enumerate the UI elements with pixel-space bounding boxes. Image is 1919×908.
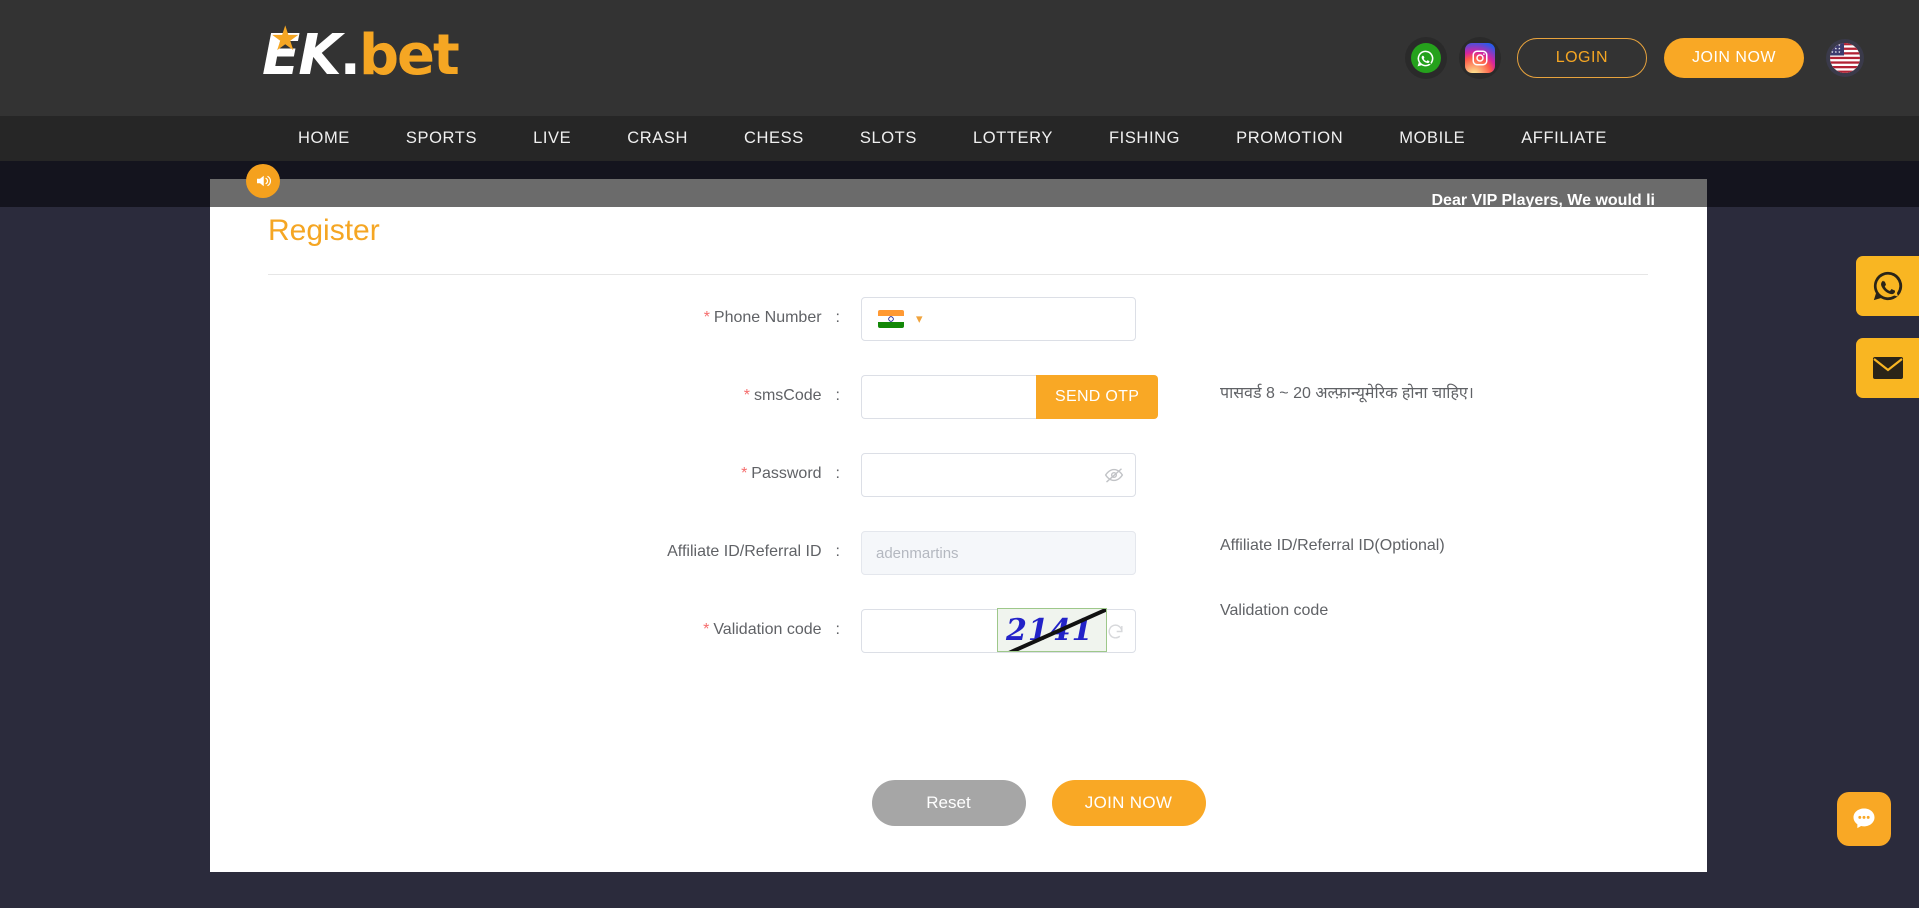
smscode-group: SEND OTP: [861, 375, 1159, 419]
password-label-text: Password: [751, 465, 822, 482]
phone-label-text: Phone Number: [713, 309, 822, 326]
eye-off-icon[interactable]: [1104, 465, 1124, 485]
instagram-icon: [1464, 43, 1495, 73]
nav-items: HOME SPORTS LIVE CRASH CHESS SLOTS LOTTE…: [0, 129, 1635, 148]
svg-text:★ ★ ★: ★ ★ ★: [1831, 50, 1841, 54]
nav-item-crash[interactable]: CRASH: [599, 129, 716, 148]
captcha-image[interactable]: 2141: [997, 608, 1107, 652]
logo-text-dot: .: [339, 22, 361, 88]
page-root: ★ EK.bet LOGIN JOIN NOW ★ ★ ★ ★ ★ ★ ★ ★ …: [0, 0, 1919, 908]
form-row-phone: * Phone Number: ▾: [210, 297, 1707, 361]
instagram-button[interactable]: [1458, 37, 1501, 79]
whatsapp-icon: [1873, 271, 1902, 301]
validation-group: 2141: [861, 608, 1136, 653]
page-title: Register: [268, 214, 380, 247]
register-card: Register * Phone Number: ▾ * smsCode: S…: [210, 207, 1707, 872]
validation-label-text: Validation code: [713, 621, 822, 638]
validation-colon: :: [835, 621, 840, 638]
form-row-password: * Password:: [210, 453, 1707, 517]
chat-bubble-icon: [1853, 808, 1875, 829]
site-logo[interactable]: ★ EK.bet: [262, 20, 460, 88]
chevron-down-icon[interactable]: ▾: [916, 311, 923, 327]
validation-hint: Validation code: [1220, 602, 1329, 619]
phone-colon: :: [835, 309, 840, 326]
login-button[interactable]: LOGIN: [1516, 38, 1647, 78]
nav-item-promotion[interactable]: PROMOTION: [1208, 129, 1371, 148]
reset-button[interactable]: Reset: [871, 780, 1026, 826]
password-label: * Password:: [210, 453, 840, 483]
phone-label: * Phone Number:: [210, 297, 840, 327]
smscode-colon: :: [835, 387, 840, 404]
nav-item-live[interactable]: LIVE: [505, 129, 599, 148]
smscode-label: * smsCode:: [210, 375, 840, 405]
join-now-header-button[interactable]: JOIN NOW: [1664, 38, 1804, 78]
form-actions: Reset JOIN NOW: [210, 780, 1707, 826]
validation-field-wrap: 2141: [861, 608, 1136, 653]
password-input[interactable]: [861, 453, 1136, 497]
nav-item-chess[interactable]: CHESS: [716, 129, 832, 148]
header-actions: LOGIN JOIN NOW ★ ★ ★ ★ ★ ★ ★ ★ ★: [1404, 0, 1919, 116]
mail-icon: [1872, 357, 1903, 379]
register-form: * Phone Number: ▾ * smsCode: SEND OTP *…: [210, 297, 1707, 826]
smscode-label-text: smsCode: [753, 387, 822, 404]
star-icon: ★: [270, 20, 301, 58]
form-row-smscode: * smsCode: SEND OTP: [210, 375, 1707, 439]
whatsapp-button[interactable]: [1404, 37, 1447, 79]
nav-item-fishing[interactable]: FISHING: [1081, 129, 1208, 148]
main-navigation: HOME SPORTS LIVE CRASH CHESS SLOTS LOTTE…: [0, 116, 1919, 161]
smscode-required-mark: *: [743, 387, 750, 404]
affiliate-hint: Affiliate ID/Referral ID(Optional): [1220, 537, 1445, 554]
password-field-wrap: [861, 453, 1136, 497]
speaker-icon[interactable]: [246, 164, 280, 198]
validation-required-mark: *: [703, 621, 710, 638]
password-colon: :: [835, 465, 840, 482]
phone-required-mark: *: [703, 309, 710, 326]
smscode-field-wrap: SEND OTP: [861, 375, 1159, 419]
india-flag-icon: [878, 310, 904, 328]
affiliate-colon: :: [835, 543, 840, 560]
smscode-input[interactable]: [861, 375, 1036, 419]
form-row-affiliate: Affiliate ID/Referral ID: adenmartins: [210, 531, 1707, 595]
nav-item-slots[interactable]: SLOTS: [832, 129, 945, 148]
logo-text-accent: bet: [358, 22, 460, 88]
whatsapp-icon: [1410, 43, 1441, 73]
us-flag-icon[interactable]: ★ ★ ★ ★ ★ ★ ★ ★ ★: [1826, 39, 1864, 77]
password-required-mark: *: [741, 465, 748, 482]
nav-item-sports[interactable]: SPORTS: [378, 129, 505, 148]
affiliate-label: Affiliate ID/Referral ID:: [210, 531, 840, 561]
affiliate-field-wrap: adenmartins: [861, 531, 1136, 575]
phone-field-wrap: ▾: [861, 297, 1136, 341]
validation-label: * Validation code:: [210, 609, 840, 639]
send-otp-button[interactable]: SEND OTP: [1036, 375, 1159, 419]
password-hint: पासवर्ड 8 ~ 20 अल्फ़ान्यूमेरिक होना चाहि…: [1220, 385, 1474, 402]
floating-mail-button[interactable]: [1856, 338, 1919, 398]
nav-item-affiliate[interactable]: AFFILIATE: [1493, 129, 1635, 148]
site-header: ★ EK.bet LOGIN JOIN NOW ★ ★ ★ ★ ★ ★ ★ ★ …: [0, 0, 1919, 116]
phone-input[interactable]: ▾: [861, 297, 1136, 341]
floating-whatsapp-button[interactable]: [1856, 256, 1919, 316]
affiliate-input[interactable]: adenmartins: [861, 531, 1136, 575]
form-row-validation: * Validation code: 2141: [210, 608, 1707, 673]
nav-item-home[interactable]: HOME: [270, 129, 378, 148]
refresh-icon[interactable]: [1106, 622, 1125, 641]
join-now-submit-button[interactable]: JOIN NOW: [1051, 780, 1206, 826]
floating-chat-button[interactable]: [1837, 792, 1891, 846]
title-divider: [268, 274, 1648, 275]
nav-item-lottery[interactable]: LOTTERY: [945, 129, 1081, 148]
nav-item-mobile[interactable]: MOBILE: [1371, 129, 1493, 148]
affiliate-label-text: Affiliate ID/Referral ID: [667, 543, 822, 560]
